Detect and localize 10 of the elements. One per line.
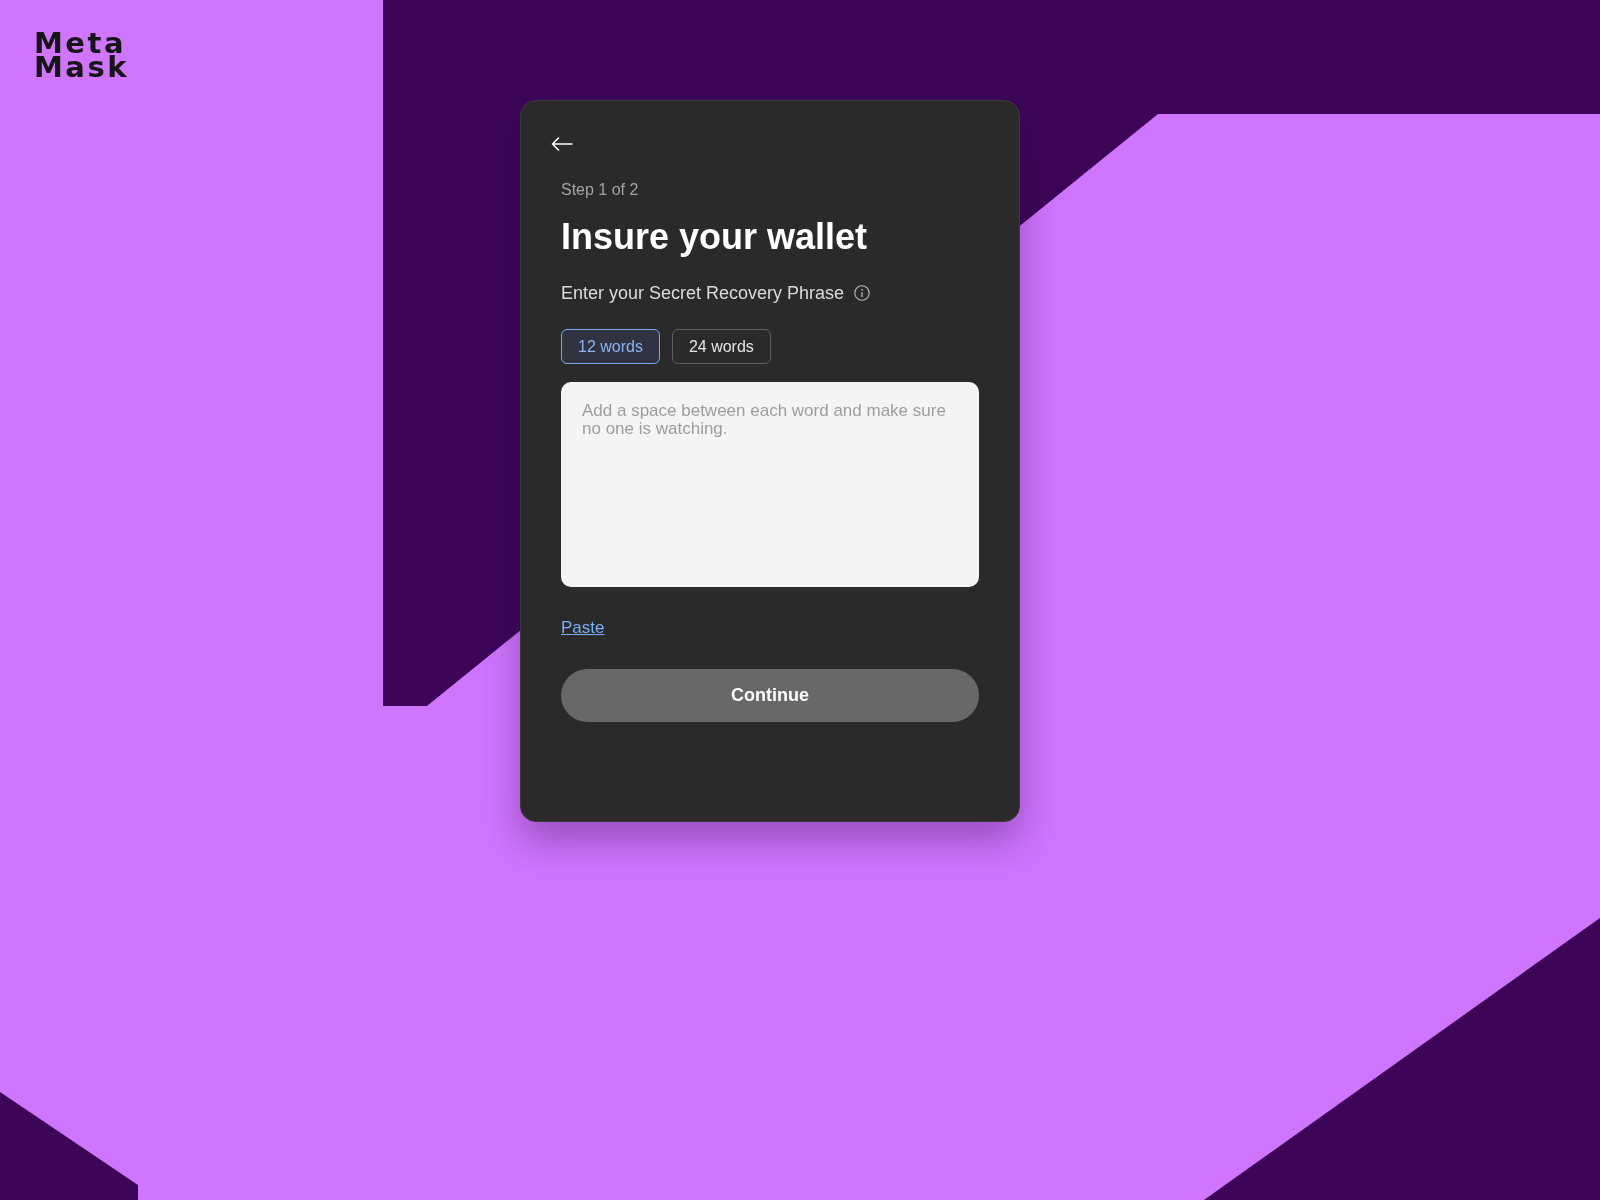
logo-wordmark: Meta Mask <box>34 31 129 79</box>
phrase-input[interactable]: Add a space between each word and make sure no one is watching. <box>561 382 979 587</box>
info-icon[interactable] <box>854 285 871 301</box>
page-title: Insure your wallet <box>561 215 868 259</box>
paste-link[interactable]: Paste <box>561 617 605 639</box>
arrow-left-icon <box>551 137 573 151</box>
step-indicator: Step 1 of 2 <box>561 180 639 200</box>
word-count-tab[interactable]: 12 words <box>561 329 660 364</box>
word-count-tab[interactable]: 24 words <box>671 329 771 364</box>
prompt-label: Enter your Secret Recovery Phrase <box>561 282 845 305</box>
